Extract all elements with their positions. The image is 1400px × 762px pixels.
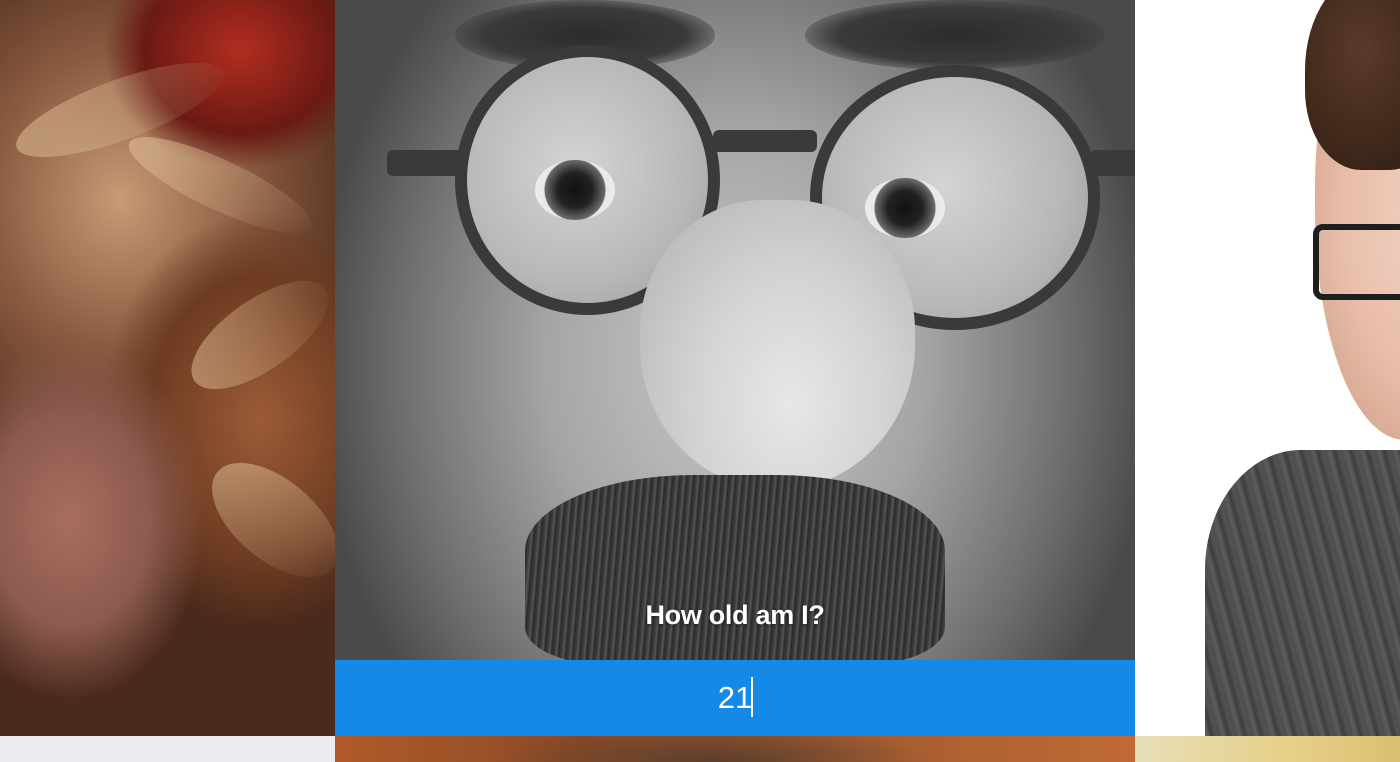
quiz-prompt: How old am I? bbox=[645, 600, 825, 630]
active-photo-card: How old am I? bbox=[335, 0, 1135, 660]
photo-tile-next-right[interactable] bbox=[1135, 736, 1400, 762]
photo-tile-left[interactable] bbox=[0, 0, 335, 736]
photo-tile-right[interactable] bbox=[1135, 0, 1400, 736]
text-caret bbox=[751, 677, 753, 717]
hair-texture bbox=[191, 441, 335, 599]
scarf bbox=[1205, 450, 1400, 736]
photo-tile-next-left[interactable] bbox=[0, 736, 335, 762]
eye-right bbox=[865, 178, 945, 238]
fake-nose bbox=[640, 200, 915, 490]
mustache bbox=[525, 475, 945, 660]
hair-texture bbox=[174, 260, 335, 410]
answer-bar bbox=[335, 660, 1135, 736]
eye-left bbox=[535, 160, 615, 220]
glasses-temple-left bbox=[387, 150, 465, 176]
glasses bbox=[1313, 224, 1400, 300]
eyebrow-right bbox=[805, 0, 1105, 70]
glasses-temple-right bbox=[1090, 150, 1135, 176]
hair bbox=[1305, 0, 1400, 170]
age-answer-input[interactable] bbox=[335, 660, 1135, 736]
photo-tile-next-center[interactable] bbox=[335, 736, 1135, 762]
glasses-bridge bbox=[713, 130, 817, 152]
hair-texture bbox=[118, 120, 322, 250]
